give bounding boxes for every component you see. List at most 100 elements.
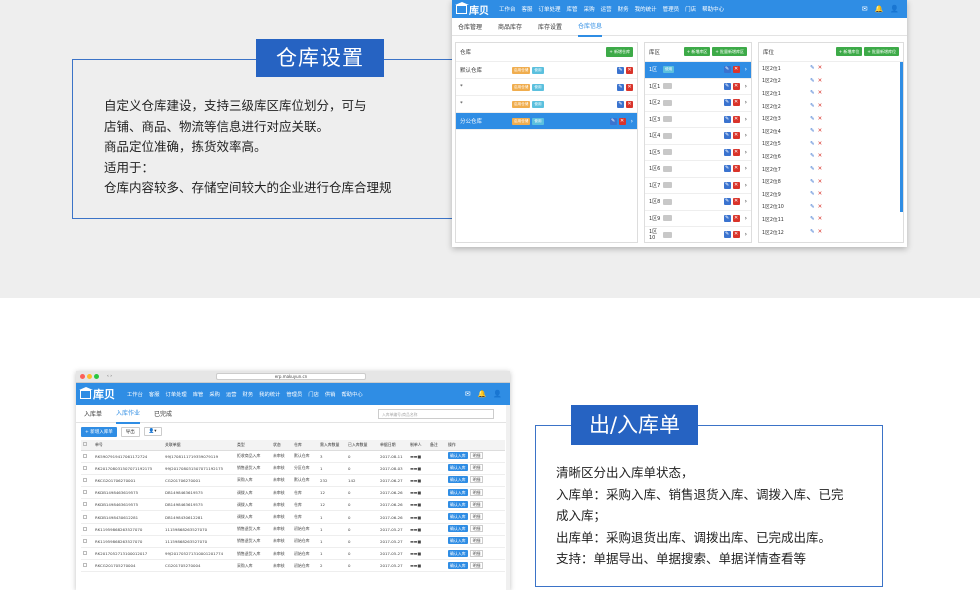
nav-item[interactable]: 我的统计 bbox=[259, 390, 280, 398]
delete-icon[interactable]: ✕ bbox=[818, 242, 823, 243]
edit-icon[interactable]: ✎ bbox=[723, 231, 731, 239]
detail-button[interactable]: 明细 bbox=[469, 500, 484, 508]
tab-stock-settings[interactable]: 库存设置 bbox=[538, 17, 562, 36]
confirm-inbound-button[interactable]: 确认入库 bbox=[448, 549, 468, 557]
delete-icon[interactable]: ✕ bbox=[818, 191, 823, 197]
edit-icon[interactable]: ✎ bbox=[723, 198, 731, 206]
position-item[interactable]: 1区2位1 ✎ ✕ bbox=[762, 62, 832, 75]
row-checkbox[interactable] bbox=[81, 450, 93, 463]
chevron-right-icon[interactable]: › bbox=[745, 99, 747, 106]
detail-button[interactable]: 明细 bbox=[469, 464, 484, 472]
zone-row[interactable]: 1区7 ✎ ✕ › bbox=[645, 178, 751, 194]
scrollbar[interactable] bbox=[900, 62, 903, 212]
tab-completed[interactable]: 已完成 bbox=[154, 404, 172, 423]
edit-icon[interactable]: ✎ bbox=[810, 141, 815, 147]
zone-row[interactable]: 1区6 ✎ ✕ › bbox=[645, 161, 751, 178]
delete-icon[interactable]: ✕ bbox=[732, 181, 740, 189]
position-item[interactable]: 1区2位7 ✎ ✕ bbox=[762, 163, 832, 176]
warehouse-row[interactable]: 默认仓库 启用仓储 使用 ✎ ✕ bbox=[456, 62, 637, 79]
detail-button[interactable]: 明细 bbox=[469, 561, 484, 569]
edit-icon[interactable]: ✎ bbox=[810, 179, 815, 185]
nav-item[interactable]: 帮助中心 bbox=[341, 390, 362, 398]
delete-icon[interactable]: ✕ bbox=[626, 83, 633, 91]
column-header[interactable]: 操作 bbox=[446, 440, 505, 451]
nav-item[interactable]: 财务 bbox=[243, 390, 254, 398]
warehouse-row[interactable]: * 启用仓储 使用 ✎ ✕ bbox=[456, 79, 637, 96]
nav-item[interactable]: 门店 bbox=[685, 5, 696, 13]
confirm-inbound-button[interactable]: 确认入库 bbox=[448, 488, 468, 496]
message-icon[interactable]: ✉ bbox=[862, 5, 868, 13]
url-bar[interactable]: erp.makuyun.cn bbox=[216, 373, 366, 380]
column-header[interactable]: 制单人 bbox=[408, 440, 428, 451]
confirm-inbound-button[interactable]: 确认入库 bbox=[448, 525, 468, 533]
zone-row[interactable]: 1区 使用 ✎ ✕ › bbox=[645, 62, 751, 79]
delete-icon[interactable]: ✕ bbox=[732, 231, 740, 239]
tab-inbound-work[interactable]: 入库作业 bbox=[116, 403, 141, 424]
delete-icon[interactable]: ✕ bbox=[732, 165, 740, 173]
chevron-right-icon[interactable]: › bbox=[745, 132, 747, 139]
user-filter-icon[interactable]: 👤▾ bbox=[143, 427, 162, 436]
position-item[interactable]: 1区2位2 ✎ ✕ bbox=[762, 100, 832, 113]
delete-icon[interactable]: ✕ bbox=[732, 198, 740, 206]
warehouse-row[interactable]: 分公仓库 启用仓储 使用 ✎ ✕ › bbox=[456, 113, 637, 130]
nav-item[interactable]: 客服 bbox=[522, 5, 533, 13]
nav-item[interactable]: 订单处理 bbox=[166, 390, 187, 398]
edit-icon[interactable]: ✎ bbox=[810, 78, 815, 84]
brand-logo[interactable]: 库贝 bbox=[79, 386, 115, 402]
nav-item[interactable]: 管理员 bbox=[663, 5, 680, 13]
close-dot-icon[interactable] bbox=[80, 374, 85, 379]
chevron-right-icon[interactable]: › bbox=[745, 182, 747, 189]
column-header[interactable]: 单据日期 bbox=[378, 440, 408, 451]
column-header[interactable]: 已入库数量 bbox=[346, 440, 378, 451]
delete-icon[interactable]: ✕ bbox=[732, 82, 740, 90]
delete-icon[interactable]: ✕ bbox=[818, 229, 823, 235]
edit-icon[interactable]: ✎ bbox=[810, 191, 815, 197]
row-checkbox[interactable] bbox=[81, 523, 93, 536]
chevron-right-icon[interactable]: › bbox=[745, 83, 747, 90]
zone-row[interactable]: 1区1 ✎ ✕ › bbox=[645, 79, 751, 95]
edit-icon[interactable]: ✎ bbox=[617, 66, 624, 74]
edit-icon[interactable]: ✎ bbox=[723, 99, 731, 107]
nav-item[interactable]: 我的统计 bbox=[635, 5, 657, 13]
edit-icon[interactable]: ✎ bbox=[723, 132, 731, 140]
edit-icon[interactable]: ✎ bbox=[723, 66, 731, 74]
position-item[interactable]: 1区2位1 ✎ ✕ bbox=[762, 87, 832, 100]
position-item[interactable]: 1区2位10 ✎ ✕ bbox=[762, 201, 832, 214]
delete-icon[interactable]: ✕ bbox=[818, 204, 823, 210]
nav-item[interactable]: 工作台 bbox=[499, 5, 516, 13]
tab-goods-stock[interactable]: 商品库存 bbox=[498, 17, 522, 36]
search-input[interactable]: 入库单编号/商品名称 bbox=[378, 409, 494, 419]
row-checkbox[interactable] bbox=[81, 535, 93, 549]
chevron-right-icon[interactable]: › bbox=[745, 149, 747, 156]
delete-icon[interactable]: ✕ bbox=[626, 66, 633, 74]
zone-row[interactable]: 1区4 ✎ ✕ › bbox=[645, 128, 751, 145]
zone-row[interactable]: 1区9 ✎ ✕ › bbox=[645, 211, 751, 227]
chevron-right-icon[interactable]: › bbox=[745, 231, 747, 238]
chevron-right-icon[interactable]: › bbox=[745, 215, 747, 222]
chevron-right-icon[interactable]: › bbox=[745, 165, 747, 172]
edit-icon[interactable]: ✎ bbox=[723, 214, 731, 222]
confirm-inbound-button[interactable]: 确认入库 bbox=[448, 537, 468, 545]
user-icon[interactable]: 👤 bbox=[890, 5, 899, 13]
edit-icon[interactable]: ✎ bbox=[810, 166, 815, 172]
row-checkbox[interactable] bbox=[81, 474, 93, 488]
column-header[interactable]: 备注 bbox=[428, 440, 446, 451]
position-item[interactable]: 1区2位3 ✎ ✕ bbox=[762, 112, 832, 125]
detail-button[interactable]: 明细 bbox=[469, 476, 484, 484]
delete-icon[interactable]: ✕ bbox=[818, 116, 823, 122]
nav-item[interactable]: 帮助中心 bbox=[702, 5, 724, 13]
nav-item[interactable]: 管理员 bbox=[286, 390, 302, 398]
zone-row[interactable]: 1区3 ✎ ✕ › bbox=[645, 112, 751, 128]
maximize-dot-icon[interactable] bbox=[94, 374, 99, 379]
nav-item[interactable]: 采购 bbox=[209, 390, 220, 398]
add-warehouse-button[interactable]: + 新增仓库 bbox=[606, 47, 633, 57]
nav-item[interactable]: 财务 bbox=[618, 5, 629, 13]
detail-button[interactable]: 明细 bbox=[469, 537, 484, 545]
edit-icon[interactable]: ✎ bbox=[810, 90, 815, 96]
delete-icon[interactable]: ✕ bbox=[818, 103, 823, 109]
edit-icon[interactable]: ✎ bbox=[723, 148, 731, 156]
warehouse-row[interactable]: * 启用仓储 使用 ✎ ✕ bbox=[456, 96, 637, 113]
position-item[interactable]: 1区2位6 ✎ ✕ bbox=[762, 150, 832, 163]
position-item[interactable]: 1区2位8 ✎ ✕ bbox=[762, 175, 832, 188]
delete-icon[interactable]: ✕ bbox=[626, 100, 633, 108]
